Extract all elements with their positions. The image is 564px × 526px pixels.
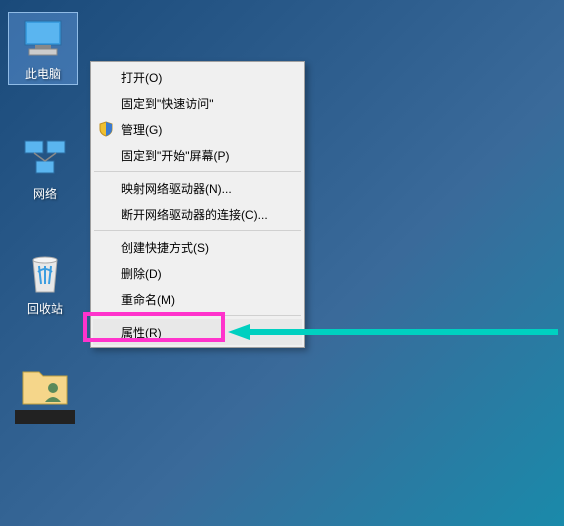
menu-item-label: 固定到"开始"屏幕(P) xyxy=(121,147,230,164)
menu-item-map-drive[interactable]: 映射网络驱动器(N)... xyxy=(93,175,302,201)
desktop-icon-label: 此电脑 xyxy=(25,65,61,82)
menu-item-label: 打开(O) xyxy=(121,69,162,86)
menu-item-manage[interactable]: 管理(G) xyxy=(93,116,302,142)
desktop-icon-user-folder[interactable] xyxy=(10,360,80,424)
menu-item-pin-quick-access[interactable]: 固定到"快速访问" xyxy=(93,90,302,116)
user-folder-icon xyxy=(21,360,69,408)
menu-item-label: 属性(R) xyxy=(121,324,162,341)
menu-item-delete[interactable]: 删除(D) xyxy=(93,260,302,286)
menu-item-open[interactable]: 打开(O) xyxy=(93,64,302,90)
desktop-icon-label: 回收站 xyxy=(27,300,63,317)
menu-separator xyxy=(94,315,301,316)
menu-item-label: 断开网络驱动器的连接(C)... xyxy=(121,206,268,223)
recycle-bin-icon xyxy=(21,250,69,298)
shield-icon xyxy=(97,120,115,138)
menu-item-disconnect-drive[interactable]: 断开网络驱动器的连接(C)... xyxy=(93,201,302,227)
menu-separator xyxy=(94,171,301,172)
menu-item-label: 重命名(M) xyxy=(121,291,175,308)
desktop-icon-this-pc[interactable]: 此电脑 xyxy=(8,12,78,85)
menu-separator xyxy=(94,230,301,231)
menu-item-label: 创建快捷方式(S) xyxy=(121,239,209,256)
menu-item-label: 固定到"快速访问" xyxy=(121,95,214,112)
menu-item-create-shortcut[interactable]: 创建快捷方式(S) xyxy=(93,234,302,260)
desktop-icon-label xyxy=(15,410,75,424)
menu-item-pin-start[interactable]: 固定到"开始"屏幕(P) xyxy=(93,142,302,168)
desktop-icon-label: 网络 xyxy=(33,185,57,202)
desktop-icon-recycle-bin[interactable]: 回收站 xyxy=(10,250,80,317)
network-icon xyxy=(21,135,69,183)
menu-item-label: 管理(G) xyxy=(121,121,162,138)
menu-item-label: 删除(D) xyxy=(121,265,162,282)
menu-item-rename[interactable]: 重命名(M) xyxy=(93,286,302,312)
menu-item-properties[interactable]: 属性(R) xyxy=(93,319,302,345)
desktop-icon-network[interactable]: 网络 xyxy=(10,135,80,202)
context-menu: 打开(O) 固定到"快速访问" 管理(G) 固定到"开始"屏幕(P) 映射网络驱… xyxy=(90,61,305,348)
computer-icon xyxy=(19,15,67,63)
menu-item-label: 映射网络驱动器(N)... xyxy=(121,180,232,197)
